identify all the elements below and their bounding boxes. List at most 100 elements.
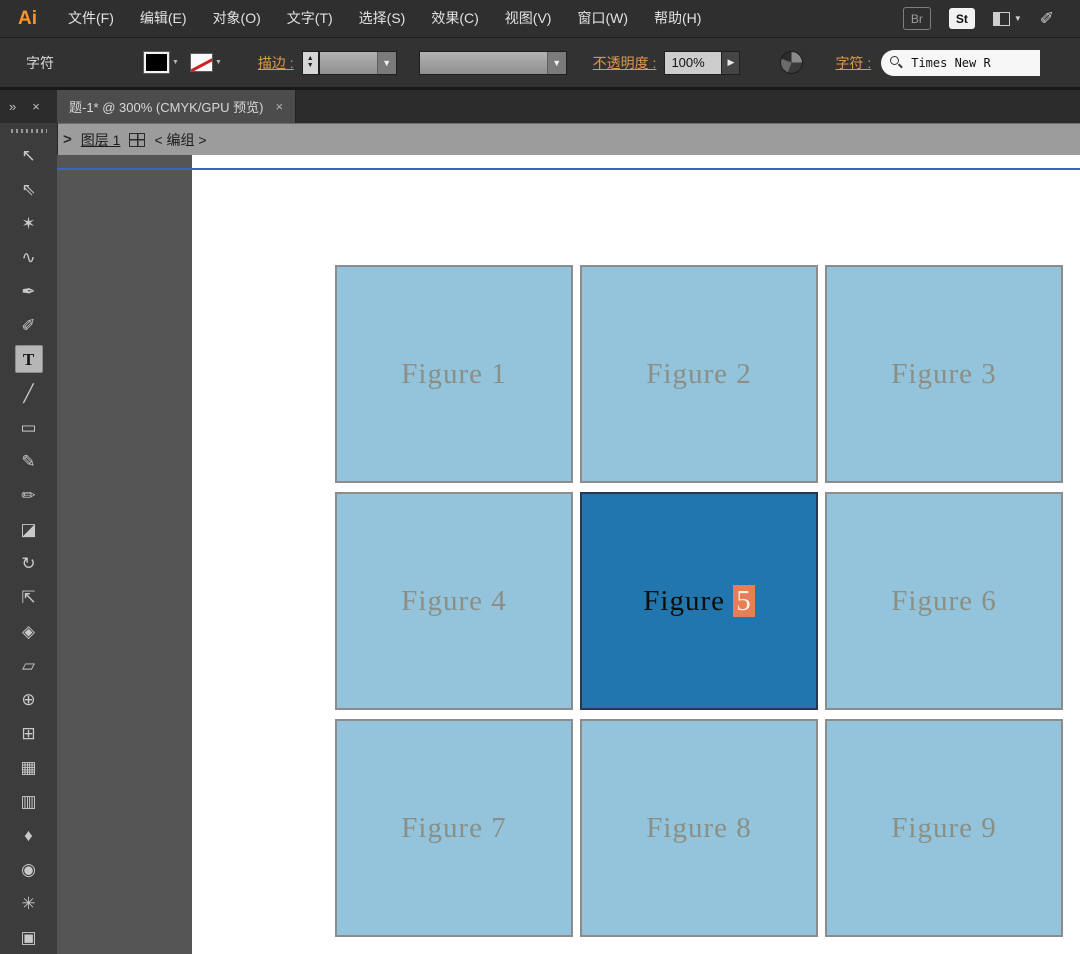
symbol-sprayer-tool-icon: ✳: [21, 895, 35, 912]
scale-tool-icon: ⇱: [21, 589, 35, 606]
stroke-panel-link[interactable]: 描边 :: [258, 53, 294, 73]
figure-tile[interactable]: Figure 4: [335, 492, 573, 710]
stroke-weight-dropdown[interactable]: ▼: [319, 51, 397, 75]
shape-builder-tool[interactable]: ⊕: [0, 682, 57, 716]
symbol-sprayer-tool[interactable]: ✳: [0, 886, 57, 920]
figure-tile[interactable]: Figure 3: [825, 265, 1063, 483]
stock-button[interactable]: St: [949, 8, 975, 29]
workspace-switcher[interactable]: ▼: [993, 12, 1022, 26]
fill-color-control[interactable]: ▼: [144, 52, 179, 73]
direct-selection-tool-icon: ⇖: [21, 181, 35, 198]
chevron-down-icon: ▼: [547, 52, 566, 74]
direct-selection-tool[interactable]: ⇖: [0, 172, 57, 206]
gradient-tool[interactable]: ▥: [0, 784, 57, 818]
figure-tile[interactable]: Figure 5: [580, 492, 818, 710]
pen-tool[interactable]: ✒: [0, 274, 57, 308]
magic-wand-tool[interactable]: ✶: [0, 206, 57, 240]
menu-item[interactable]: 文件(F): [55, 0, 127, 37]
line-segment-tool[interactable]: ╱: [0, 376, 57, 410]
eraser-tool-icon: ◪: [20, 521, 36, 538]
perspective-grid-tool[interactable]: ⊞: [0, 716, 57, 750]
character-panel-label: 字符: [26, 53, 144, 73]
pen-tool-icon: ✒: [21, 283, 35, 300]
stroke-weight-stepper[interactable]: ▲ ▼: [302, 51, 319, 75]
tools-panel-grip[interactable]: [0, 123, 57, 138]
stepper-down-icon[interactable]: ▼: [307, 63, 314, 69]
close-tab-icon[interactable]: ×: [276, 99, 284, 114]
grip-dots-icon: [11, 129, 47, 133]
paintbrush-tool[interactable]: ✎: [0, 444, 57, 478]
recolor-artwork-icon[interactable]: [780, 51, 803, 74]
type-tool[interactable]: T: [0, 342, 57, 376]
rotate-tool-icon: ↻: [21, 555, 35, 572]
blend-tool[interactable]: ◉: [0, 852, 57, 886]
brush-icon[interactable]: ✐: [1040, 9, 1054, 29]
opacity-input[interactable]: [664, 51, 722, 75]
rectangle-tool[interactable]: ▭: [0, 410, 57, 444]
figure-tile[interactable]: Figure 6: [825, 492, 1063, 710]
stroke-color-control[interactable]: ▼: [191, 54, 222, 71]
figure-label: Figure 3: [891, 358, 996, 391]
panel-mini-controls: » ×: [0, 90, 57, 123]
chevron-down-icon: ▼: [172, 59, 179, 66]
scale-tool[interactable]: ⇱: [0, 580, 57, 614]
menu-item[interactable]: 窗口(W): [564, 0, 641, 37]
width-tool[interactable]: ◈: [0, 614, 57, 648]
pencil-tool-icon: ✏: [21, 487, 35, 504]
breadcrumb-chevron-icon: >: [63, 131, 72, 148]
close-panel-icon[interactable]: ×: [32, 99, 40, 114]
chevron-down-icon: ▼: [215, 59, 222, 66]
opacity-slider-button[interactable]: ▶: [722, 51, 740, 75]
menu-item[interactable]: 帮助(H): [641, 0, 714, 37]
layer-link[interactable]: 图层 1: [81, 130, 121, 150]
figure-tile[interactable]: Figure 1: [335, 265, 573, 483]
character-panel-link[interactable]: 字符 :: [835, 53, 871, 73]
pencil-tool[interactable]: ✏: [0, 478, 57, 512]
eraser-tool[interactable]: ◪: [0, 512, 57, 546]
group-icon[interactable]: [129, 133, 145, 147]
chevron-down-icon: ▼: [377, 52, 396, 74]
expand-panels-button[interactable]: »: [9, 99, 16, 114]
chevron-down-icon: ▼: [1014, 14, 1022, 23]
menu-item[interactable]: 视图(V): [492, 0, 565, 37]
figure-tile[interactable]: Figure 9: [825, 719, 1063, 937]
app-logo: Ai: [18, 8, 37, 30]
artboard-tool[interactable]: ▣: [0, 920, 57, 954]
figure-tile[interactable]: Figure 8: [580, 719, 818, 937]
magic-wand-tool-icon: ✶: [21, 215, 35, 232]
menu-item[interactable]: 效果(C): [418, 0, 491, 37]
bridge-button[interactable]: Br: [903, 7, 931, 30]
curvature-tool[interactable]: ✐: [0, 308, 57, 342]
rotate-tool[interactable]: ↻: [0, 546, 57, 580]
figure-grid: Figure 1 Figure 2 Figure 3 Figure 4Figure 5…: [335, 265, 1063, 937]
opacity-panel-link[interactable]: 不透明度 :: [593, 53, 657, 73]
stroke-none-swatch-icon: [191, 54, 212, 71]
group-label: < 编组 >: [154, 130, 206, 150]
font-search-box[interactable]: [881, 50, 1040, 76]
menu-bar: Ai 文件(F)编辑(E)对象(O)文字(T)选择(S)效果(C)视图(V)窗口…: [0, 0, 1080, 38]
mesh-tool[interactable]: ▦: [0, 750, 57, 784]
figure-tile[interactable]: Figure 7: [335, 719, 573, 937]
document-tab[interactable]: 题-1* @ 300% (CMYK/GPU 预览) ×: [57, 90, 296, 123]
free-transform-tool[interactable]: ▱: [0, 648, 57, 682]
workspace-icon: [993, 12, 1010, 26]
menu-item[interactable]: 选择(S): [346, 0, 419, 37]
mesh-tool-icon: ▦: [20, 759, 36, 776]
paintbrush-tool-icon: ✎: [21, 453, 35, 470]
menu-item[interactable]: 文字(T): [274, 0, 346, 37]
lasso-tool[interactable]: ∿: [0, 240, 57, 274]
variable-width-profile-dropdown[interactable]: ▼: [419, 51, 567, 75]
selection-tool[interactable]: ↖: [0, 138, 57, 172]
selection-tool-icon: ↖: [21, 147, 35, 164]
figure-label: Figure 1: [401, 358, 506, 391]
eyedropper-tool[interactable]: ♦: [0, 818, 57, 852]
menu-item[interactable]: 编辑(E): [127, 0, 200, 37]
font-name-input[interactable]: [909, 55, 1013, 71]
lasso-tool-icon: ∿: [21, 249, 35, 266]
horizontal-guide: [57, 168, 1080, 170]
figure-label: Figure 8: [646, 812, 751, 845]
figure-label: Figure 6: [891, 585, 996, 618]
eyedropper-tool-icon: ♦: [24, 827, 33, 844]
menu-item[interactable]: 对象(O): [200, 0, 274, 37]
figure-tile[interactable]: Figure 2: [580, 265, 818, 483]
